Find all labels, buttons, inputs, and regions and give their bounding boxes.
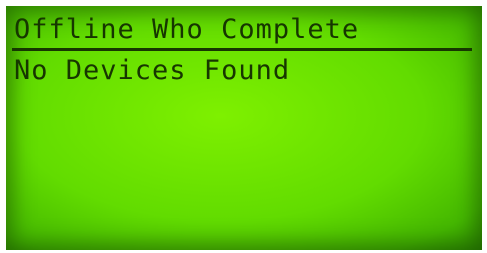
device-frame: Offline Who Complete No Devices Found xyxy=(0,0,487,253)
lcd-display: Offline Who Complete No Devices Found xyxy=(6,6,482,250)
screen-title: Offline Who Complete xyxy=(14,14,360,45)
title-divider xyxy=(12,48,472,51)
status-message: No Devices Found xyxy=(14,55,291,86)
